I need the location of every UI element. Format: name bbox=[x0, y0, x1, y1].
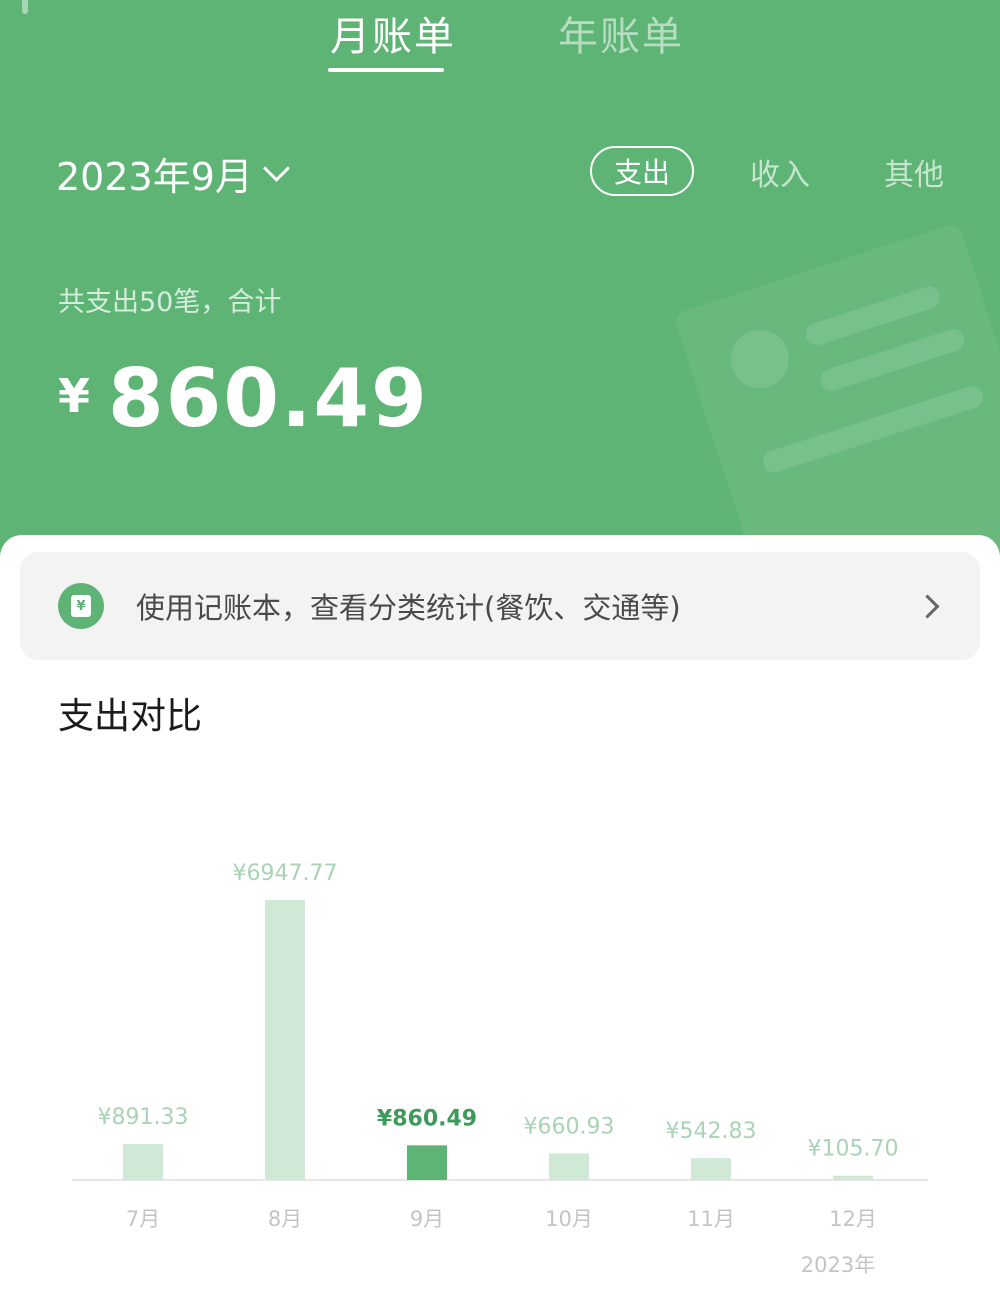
amount-value: 860.49 bbox=[108, 352, 429, 445]
bar-8月[interactable] bbox=[265, 900, 305, 1180]
value-label: ¥105.70 bbox=[808, 1137, 899, 1162]
total-amount: ¥ 860.49 bbox=[58, 352, 429, 445]
bar-11月[interactable] bbox=[691, 1158, 731, 1180]
month-picker[interactable]: 2023年9月 bbox=[56, 146, 290, 201]
promo-text: 使用记账本，查看分类统计(餐饮、交通等) bbox=[136, 591, 681, 625]
month-label: 2023年9月 bbox=[56, 155, 253, 199]
bill-illustration-icon bbox=[672, 221, 1000, 560]
chevron-right-icon bbox=[915, 594, 940, 619]
active-tab-indicator bbox=[328, 68, 444, 72]
chevron-down-icon bbox=[262, 155, 290, 182]
header-panel: 月账单 年账单 2023年9月 支出 收入 其他 共支出50笔，合计 ¥ 860… bbox=[0, 0, 1000, 560]
filter-income-button[interactable]: 收入 bbox=[750, 150, 810, 194]
summary-text: 共支出50笔，合计 bbox=[58, 287, 282, 318]
month-tick-label: 11月 bbox=[687, 1207, 735, 1231]
value-label: ¥891.33 bbox=[98, 1105, 189, 1130]
content-sheet: ¥ 使用记账本，查看分类统计(餐饮、交通等) 支出对比 ¥891.33 7月 ¥69… bbox=[0, 535, 1000, 1309]
tab-monthly-bill[interactable]: 月账单 bbox=[330, 4, 456, 62]
filter-expense-button[interactable]: 支出 bbox=[590, 146, 694, 196]
currency-symbol: ¥ bbox=[58, 369, 91, 423]
value-label: ¥542.83 bbox=[666, 1119, 757, 1144]
ledger-icon: ¥ bbox=[58, 583, 104, 629]
bar-9月[interactable] bbox=[407, 1145, 447, 1180]
month-tick-label: 8月 bbox=[268, 1207, 302, 1231]
value-label: ¥860.49 bbox=[377, 1106, 477, 1131]
bar-12月[interactable] bbox=[833, 1175, 873, 1180]
month-tick-label: 10月 bbox=[545, 1207, 593, 1231]
expense-comparison-chart: ¥891.33 7月 ¥6947.77 8月 ¥860.49 9月 ¥660.93 10月 ¥5… bbox=[0, 825, 1000, 1295]
value-label: ¥6947.77 bbox=[233, 861, 338, 886]
tab-yearly-bill[interactable]: 年账单 bbox=[558, 4, 684, 62]
value-label: ¥660.93 bbox=[524, 1114, 615, 1139]
month-tick-label: 9月 bbox=[410, 1207, 444, 1231]
bar-7月[interactable] bbox=[123, 1144, 163, 1180]
month-tick-label: 7月 bbox=[126, 1207, 160, 1231]
bar-10月[interactable] bbox=[549, 1153, 589, 1180]
status-indicator bbox=[22, 0, 28, 14]
filter-other-button[interactable]: 其他 bbox=[884, 150, 944, 194]
section-title: 支出对比 bbox=[58, 696, 203, 737]
year-label: 2023年 bbox=[801, 1253, 875, 1277]
ledger-promo-banner[interactable]: ¥ 使用记账本，查看分类统计(餐饮、交通等) bbox=[20, 552, 980, 660]
month-tick-label: 12月 bbox=[829, 1207, 877, 1231]
bar-chart: ¥891.33 7月 ¥6947.77 8月 ¥860.49 9月 ¥660.93 10月 ¥5… bbox=[72, 861, 928, 1277]
